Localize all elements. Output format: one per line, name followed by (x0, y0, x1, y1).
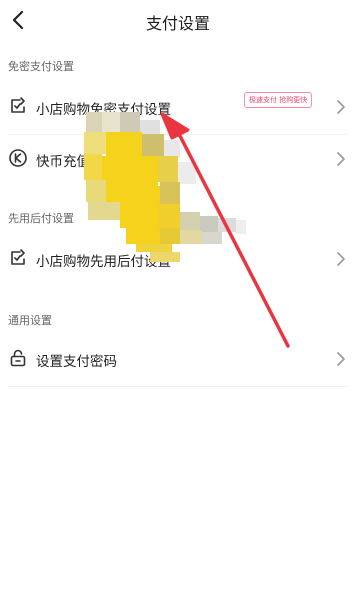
row-kuaibi-recharge[interactable]: 快币充值 (0, 136, 356, 186)
chevron-right-icon (337, 100, 345, 114)
lock-icon (10, 349, 26, 367)
row-shop-password-free[interactable]: 小店购物免密支付设置 极速支付 抢购更快 (0, 84, 356, 134)
row-shop-pay-later[interactable]: 小店购物先用后付设置 (0, 236, 356, 286)
row-label: 设置支付密码 (36, 354, 117, 370)
row-set-payment-password[interactable]: 设置支付密码 (0, 336, 356, 386)
divider (8, 134, 348, 135)
wallet-check-icon (11, 97, 25, 113)
page-title: 支付设置 (145, 14, 210, 33)
divider (8, 386, 348, 387)
section-title-password-free: 免密支付设置 (8, 60, 74, 73)
row-label: 小店购物免密支付设置 (36, 102, 171, 118)
chevron-right-icon (337, 252, 345, 266)
k-coin-icon (9, 149, 27, 167)
section-title-general: 通用设置 (8, 314, 52, 327)
row-label: 小店购物先用后付设置 (36, 254, 171, 270)
section-title-pay-later: 先用后付设置 (8, 212, 74, 225)
wallet-check-icon (11, 249, 25, 265)
row-label: 快币充值 (36, 154, 90, 170)
chevron-right-icon (337, 352, 345, 366)
nav-bar: 支付设置 (0, 0, 356, 44)
promo-badge: 极速支付 抢购更快 (244, 92, 313, 108)
chevron-right-icon (337, 152, 345, 166)
